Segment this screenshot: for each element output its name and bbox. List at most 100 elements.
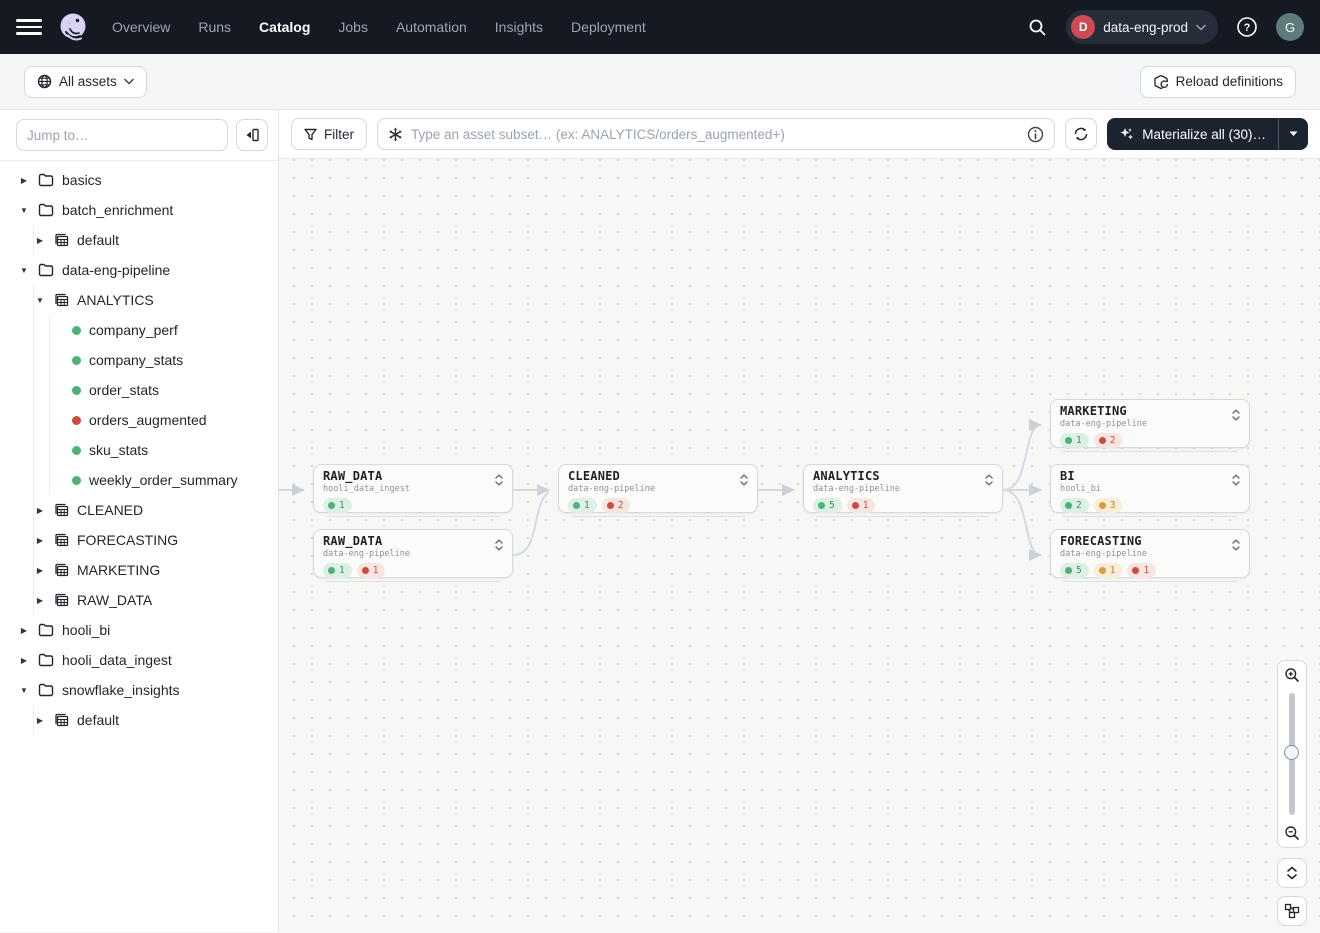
node-expand-icon[interactable] bbox=[494, 538, 504, 556]
nav-item-deployment[interactable]: Deployment bbox=[571, 19, 646, 35]
green-count-badge: 5 bbox=[813, 498, 842, 513]
caret-right-icon[interactable]: ▶ bbox=[34, 566, 46, 575]
asset-group-node-forecasting[interactable]: FORECASTINGdata-eng-pipeline511 bbox=[1050, 529, 1250, 578]
folder-icon bbox=[38, 623, 54, 637]
tree-label: batch_enrichment bbox=[62, 202, 173, 218]
asset-group-node-analytics[interactable]: ANALYTICSdata-eng-pipeline51 bbox=[803, 464, 1003, 513]
code-location-reload-icon bbox=[1153, 74, 1169, 90]
nav-item-insights[interactable]: Insights bbox=[495, 19, 543, 35]
tree-asset-orders_augmented[interactable]: orders_augmented bbox=[0, 405, 278, 435]
asset-group-icon bbox=[54, 293, 69, 307]
tree-folder-data-eng-pipeline[interactable]: ▼data-eng-pipeline bbox=[0, 255, 278, 285]
caret-right-icon[interactable]: ▶ bbox=[34, 716, 46, 725]
badge-count: 3 bbox=[1110, 500, 1116, 511]
nav-item-automation[interactable]: Automation bbox=[396, 19, 467, 35]
dagster-logo[interactable] bbox=[56, 10, 90, 44]
asset-group-node-marketing[interactable]: MARKETINGdata-eng-pipeline12 bbox=[1050, 399, 1250, 448]
tree-folder-hooli_bi[interactable]: ▶hooli_bi bbox=[0, 615, 278, 645]
node-status-badges: 12 bbox=[568, 498, 749, 513]
badge-count: 2 bbox=[1110, 435, 1116, 446]
deployment-switcher[interactable]: D data-eng-prod bbox=[1066, 10, 1218, 44]
caret-right-icon[interactable]: ▶ bbox=[18, 176, 30, 185]
zoom-slider-handle[interactable] bbox=[1284, 745, 1299, 760]
red-count-badge: 1 bbox=[1127, 563, 1156, 578]
folder-icon bbox=[38, 653, 54, 667]
node-subtitle: data-eng-pipeline bbox=[1060, 549, 1241, 559]
filter-button[interactable]: Filter bbox=[291, 118, 367, 150]
materialize-options-button[interactable] bbox=[1278, 118, 1308, 150]
node-expand-icon[interactable] bbox=[1231, 538, 1241, 556]
red-dot-icon bbox=[852, 502, 859, 509]
asset-subset-field[interactable] bbox=[377, 118, 1055, 150]
caret-down-icon[interactable]: ▼ bbox=[34, 296, 46, 305]
node-expand-icon[interactable] bbox=[739, 473, 749, 491]
tree-group-RAW_DATA[interactable]: ▶RAW_DATA bbox=[0, 585, 278, 615]
tree-group-CLEANED[interactable]: ▶CLEANED bbox=[0, 495, 278, 525]
caret-down-icon[interactable]: ▼ bbox=[18, 206, 30, 215]
rearrange-layout-button[interactable] bbox=[1277, 896, 1307, 926]
chevron-down-icon bbox=[1289, 131, 1298, 137]
nav-item-catalog[interactable]: Catalog bbox=[259, 19, 310, 35]
nav-item-overview[interactable]: Overview bbox=[112, 19, 170, 35]
tree-folder-batch_enrichment[interactable]: ▼ batch_enrichment bbox=[0, 195, 278, 225]
lineage-canvas[interactable]: RAW_DATAhooli_data_ingest1 RAW_DATAdata-e… bbox=[279, 159, 1320, 932]
zoom-slider[interactable] bbox=[1278, 689, 1306, 819]
node-expand-icon[interactable] bbox=[494, 473, 504, 491]
tree-folder-basics[interactable]: ▶basics bbox=[0, 165, 278, 195]
hamburger-menu-icon[interactable] bbox=[16, 14, 42, 40]
badge-count: 1 bbox=[584, 500, 590, 511]
caret-right-icon[interactable]: ▶ bbox=[18, 656, 30, 665]
green-dot-icon bbox=[1065, 437, 1072, 444]
tree-asset-company_perf[interactable]: company_perf bbox=[0, 315, 278, 345]
tree-group-default[interactable]: ▶default bbox=[0, 225, 278, 255]
tree-folder-snowflake_insights[interactable]: ▼ snowflake_insights bbox=[0, 675, 278, 705]
reload-definitions-button[interactable]: Reload definitions bbox=[1140, 66, 1296, 98]
filter-label: Filter bbox=[324, 127, 354, 142]
zoom-in-button[interactable] bbox=[1278, 661, 1306, 689]
green-status-dot bbox=[72, 446, 81, 455]
tree-folder-hooli_data_ingest[interactable]: ▶ hooli_data_ingest bbox=[0, 645, 278, 675]
info-icon[interactable] bbox=[1027, 126, 1044, 143]
tree-label: hooli_data_ingest bbox=[62, 652, 172, 668]
node-status-badges: 511 bbox=[1060, 563, 1241, 578]
search-icon[interactable] bbox=[1022, 12, 1052, 42]
tree-asset-company_stats[interactable]: company_stats bbox=[0, 345, 278, 375]
expand-collapse-groups-button[interactable] bbox=[1277, 858, 1307, 888]
tree-asset-weekly_order_summary[interactable]: weekly_order_summary bbox=[0, 465, 278, 495]
tree-group-MARKETING[interactable]: ▶MARKETING bbox=[0, 555, 278, 585]
refresh-button[interactable] bbox=[1065, 118, 1097, 150]
node-expand-icon[interactable] bbox=[1231, 408, 1241, 426]
jump-to-input[interactable] bbox=[16, 119, 228, 151]
help-icon[interactable]: ? bbox=[1232, 12, 1262, 42]
asset-subset-input[interactable] bbox=[411, 127, 1019, 142]
tree-children: ▶default bbox=[0, 225, 278, 255]
tree-group-default[interactable]: ▶default bbox=[0, 705, 278, 735]
tree-asset-order_stats[interactable]: order_stats bbox=[0, 375, 278, 405]
caret-right-icon[interactable]: ▶ bbox=[34, 536, 46, 545]
caret-right-icon[interactable]: ▶ bbox=[34, 506, 46, 515]
nav-item-jobs[interactable]: Jobs bbox=[338, 19, 368, 35]
asset-group-icon bbox=[54, 713, 69, 727]
node-expand-icon[interactable] bbox=[984, 473, 994, 491]
tree-group-FORECASTING[interactable]: ▶FORECASTING bbox=[0, 525, 278, 555]
asset-group-node-cleaned[interactable]: CLEANEDdata-eng-pipeline12 bbox=[558, 464, 758, 513]
caret-right-icon[interactable]: ▶ bbox=[34, 596, 46, 605]
tree-asset-sku_stats[interactable]: sku_stats bbox=[0, 435, 278, 465]
nav-item-runs[interactable]: Runs bbox=[198, 19, 231, 35]
tree-label: snowflake_insights bbox=[62, 682, 180, 698]
caret-down-icon[interactable]: ▼ bbox=[18, 686, 30, 695]
asset-scope-selector[interactable]: All assets bbox=[24, 66, 147, 98]
asset-group-node-raw_data_pipeline[interactable]: RAW_DATAdata-eng-pipeline11 bbox=[313, 529, 513, 578]
zoom-out-button[interactable] bbox=[1278, 819, 1306, 847]
materialize-all-main[interactable]: Materialize all (30)… bbox=[1107, 118, 1278, 150]
asset-group-node-bi[interactable]: BIhooli_bi23 bbox=[1050, 464, 1250, 513]
tree-group-ANALYTICS[interactable]: ▼ANALYTICS bbox=[0, 285, 278, 315]
caret-right-icon[interactable]: ▶ bbox=[34, 236, 46, 245]
materialize-all-button[interactable]: Materialize all (30)… bbox=[1107, 118, 1308, 150]
user-avatar[interactable]: G bbox=[1276, 13, 1304, 41]
caret-right-icon[interactable]: ▶ bbox=[18, 626, 30, 635]
collapse-sidebar-button[interactable] bbox=[236, 119, 268, 151]
caret-down-icon[interactable]: ▼ bbox=[18, 266, 30, 275]
node-expand-icon[interactable] bbox=[1231, 473, 1241, 491]
asset-group-node-raw_data_ingest[interactable]: RAW_DATAhooli_data_ingest1 bbox=[313, 464, 513, 513]
